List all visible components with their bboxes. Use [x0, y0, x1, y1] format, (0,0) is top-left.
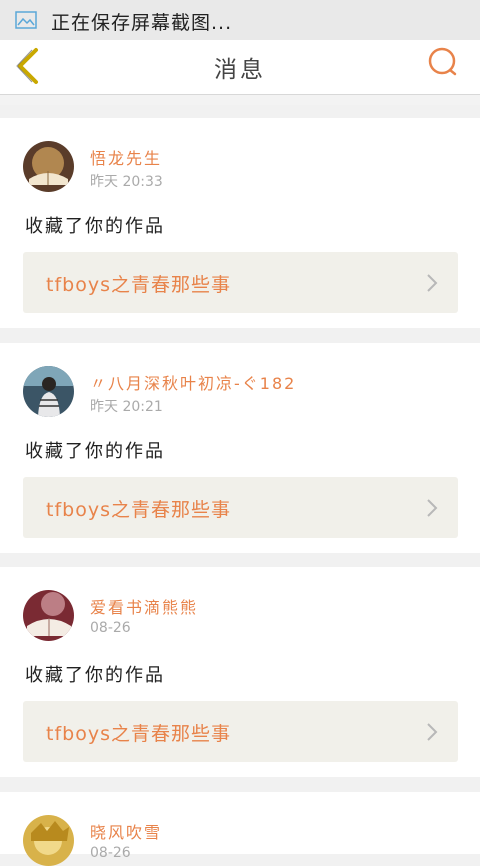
status-bar: 正在保存屏幕截图... — [0, 0, 480, 40]
message-time: 08-26 — [90, 845, 131, 861]
search-icon[interactable] — [426, 44, 460, 78]
chevron-right-icon — [427, 274, 438, 292]
message-card: 晓风吹雪 08-26 — [0, 792, 480, 866]
avatar[interactable] — [23, 590, 74, 641]
nav-bar: 消息 — [0, 40, 480, 95]
message-action: 收藏了你的作品 — [25, 216, 165, 237]
work-title: tfboys之青春那些事 — [46, 723, 231, 745]
sender-name[interactable]: 晓风吹雪 — [90, 819, 162, 843]
status-text: 正在保存屏幕截图... — [51, 12, 233, 34]
message-card: 爱看书滴熊熊 08-26 收藏了你的作品 tfboys之青春那些事 — [0, 567, 480, 777]
list-top-divider — [0, 95, 480, 105]
avatar[interactable] — [23, 141, 74, 192]
message-time: 08-26 — [90, 620, 131, 636]
work-link[interactable]: tfboys之青春那些事 — [23, 252, 458, 313]
work-title: tfboys之青春那些事 — [46, 274, 231, 296]
message-card: 悟龙先生 昨天 20:33 收藏了你的作品 tfboys之青春那些事 — [0, 118, 480, 328]
sender-name[interactable]: 爱看书滴熊熊 — [90, 594, 198, 618]
work-title: tfboys之青春那些事 — [46, 499, 231, 521]
sender-name[interactable]: 悟龙先生 — [90, 145, 162, 169]
avatar[interactable] — [23, 815, 74, 866]
message-time: 昨天 20:21 — [90, 399, 163, 415]
work-link[interactable]: tfboys之青春那些事 — [23, 477, 458, 538]
chevron-right-icon — [427, 723, 438, 741]
message-card: 〃八月深秋叶初凉-ぐ182 昨天 20:21 收藏了你的作品 tfboys之青春… — [0, 343, 480, 553]
page-title: 消息 — [214, 57, 266, 83]
message-time: 昨天 20:33 — [90, 174, 163, 190]
message-action: 收藏了你的作品 — [25, 665, 165, 686]
sender-name[interactable]: 〃八月深秋叶初凉-ぐ182 — [90, 370, 296, 394]
chevron-right-icon — [427, 499, 438, 517]
work-link[interactable]: tfboys之青春那些事 — [23, 701, 458, 762]
message-action: 收藏了你的作品 — [25, 441, 165, 462]
image-icon — [15, 11, 37, 29]
avatar[interactable] — [23, 366, 74, 417]
